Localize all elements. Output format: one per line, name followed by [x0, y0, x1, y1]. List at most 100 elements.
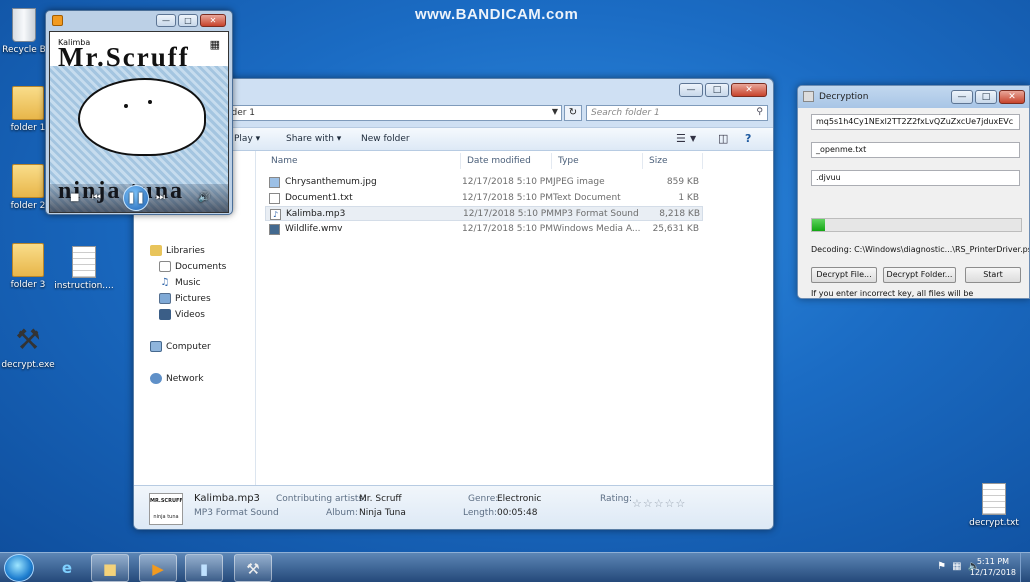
- taskbar-file-explorer[interactable]: ■: [91, 554, 129, 582]
- rating-label: Rating:: [600, 494, 633, 504]
- start-button[interactable]: [4, 554, 34, 582]
- album-art-character: [78, 78, 206, 156]
- window-icon: ▮: [199, 560, 209, 578]
- desktop-icon-folder-3[interactable]: folder 3: [0, 243, 60, 290]
- details-filename: Kalimba.mp3: [194, 493, 260, 504]
- column-header-type[interactable]: Type: [552, 153, 643, 169]
- media-player-window: — □ ✕ Mr.Scruff Kalimba ▦ ninja tuna ■ ⏮…: [45, 10, 233, 215]
- preview-pane-icon[interactable]: ◫: [718, 132, 728, 145]
- media-player-icon: [52, 15, 63, 26]
- window-controls: — □ ✕: [951, 90, 1025, 104]
- rating-stars[interactable]: ☆☆☆☆☆: [632, 497, 686, 510]
- minimize-button[interactable]: —: [679, 83, 703, 97]
- folder-icon: [12, 243, 44, 277]
- search-placeholder: Search folder 1: [591, 108, 660, 118]
- nav-item-computer[interactable]: Computer: [150, 341, 211, 352]
- nav-item-documents[interactable]: Documents: [159, 261, 226, 272]
- file-row[interactable]: ♪ Kalimba.mp3 12/17/2018 5:10 PM MP3 For…: [265, 206, 703, 221]
- pause-button[interactable]: ❚❚: [123, 185, 149, 211]
- bandicam-watermark: www.BANDICAM.com: [415, 6, 579, 23]
- video-file-icon: [269, 224, 280, 235]
- computer-icon: [150, 341, 162, 352]
- genre-value[interactable]: Electronic: [497, 494, 541, 504]
- recycle-bin-icon: [12, 8, 36, 42]
- album-value[interactable]: Ninja Tuna: [359, 508, 406, 518]
- chevron-down-icon[interactable]: ▼: [552, 107, 558, 116]
- show-desktop-button[interactable]: [1020, 553, 1030, 582]
- clock-date: 12/17/2018: [969, 568, 1016, 577]
- desktop-icon-label: folder 2: [10, 201, 46, 211]
- column-header-size[interactable]: Size: [643, 153, 703, 169]
- taskbar-media-player[interactable]: ▶: [139, 554, 177, 582]
- file-row[interactable]: Document1.txt 12/17/2018 5:10 PM Text Do…: [265, 191, 703, 206]
- warning-text: If you enter incorrect key, all files wi…: [811, 289, 974, 298]
- nav-item-libraries[interactable]: Libraries: [150, 245, 205, 256]
- decryption-title-bar[interactable]: Decryption — □ ✕: [798, 86, 1029, 108]
- extension-input[interactable]: .djvuu: [811, 170, 1020, 186]
- file-row[interactable]: Chrysanthemum.jpg 12/17/2018 5:10 PM JPE…: [265, 175, 703, 190]
- desktop-icon-label: decrypt.txt: [969, 518, 1019, 528]
- volume-icon[interactable]: 🔊: [198, 192, 210, 203]
- new-folder-button[interactable]: New folder: [361, 134, 410, 144]
- decrypt-file-button[interactable]: Decrypt File...: [811, 267, 877, 283]
- folder-icon: ■: [102, 560, 118, 578]
- desktop: www.BANDICAM.com Recycle B folder 1 fold…: [0, 0, 1030, 552]
- address-bar[interactable]: lder 1 ▼: [224, 105, 562, 121]
- desktop-icon-decrypt-exe[interactable]: ⚒ decrypt.exe: [0, 323, 60, 370]
- key-input[interactable]: mq5s1h4Cy1NExl2TT2Z2fxLvQZuZxcUe7jduxEVc: [811, 114, 1020, 130]
- desktop-icon-decrypt-txt[interactable]: decrypt.txt: [962, 483, 1026, 528]
- column-header-name[interactable]: Name: [265, 153, 461, 169]
- close-button[interactable]: ✕: [200, 14, 226, 27]
- nav-item-pictures[interactable]: Pictures: [159, 293, 211, 304]
- videos-icon: [159, 309, 171, 320]
- text-document-icon: [72, 246, 96, 278]
- minimize-button[interactable]: —: [951, 90, 973, 104]
- genre-label: Genre:: [468, 494, 499, 504]
- clock-time: 5:11 PM: [976, 557, 1010, 566]
- decryption-progress-bar: [811, 218, 1022, 232]
- decrypt-folder-button[interactable]: Decrypt Folder...: [883, 267, 956, 283]
- taskbar-decrypt[interactable]: ⚒: [234, 554, 272, 582]
- decryption-body: mq5s1h4Cy1NExl2TT2Z2fxLvQZuZxcUe7jduxEVc…: [798, 108, 1029, 298]
- column-header-date[interactable]: Date modified: [461, 153, 552, 169]
- clock[interactable]: 5:11 PM 12/17/2018: [970, 556, 1016, 578]
- nav-item-videos[interactable]: Videos: [159, 309, 205, 320]
- maximize-button[interactable]: □: [705, 83, 729, 97]
- share-with-menu[interactable]: Share with ▾: [286, 134, 341, 144]
- close-button[interactable]: ✕: [999, 90, 1025, 104]
- taskbar-internet-explorer[interactable]: e: [48, 554, 86, 582]
- nav-item-music[interactable]: ♫ Music: [159, 277, 201, 288]
- stop-icon[interactable]: ■: [70, 192, 79, 203]
- file-list: Name Date modified Type Size Chrysanthem…: [257, 151, 773, 485]
- start-button[interactable]: Start: [965, 267, 1021, 283]
- text-document-icon: [982, 483, 1006, 515]
- folder-icon: [12, 164, 44, 198]
- tray-flag-icon[interactable]: ⚑: [937, 561, 946, 572]
- refresh-icon: ↻: [568, 107, 578, 118]
- view-options-icon[interactable]: ☰: [676, 132, 686, 145]
- folder-icon: [12, 86, 44, 120]
- note-file-input[interactable]: _openme.txt: [811, 142, 1020, 158]
- maximize-button[interactable]: □: [178, 14, 198, 27]
- previous-icon[interactable]: ⏮: [92, 192, 101, 203]
- artists-value[interactable]: Mr. Scruff: [359, 494, 402, 504]
- switch-to-library-icon[interactable]: ▦: [210, 38, 220, 51]
- taskbar-explorer-window[interactable]: ▮: [185, 554, 223, 582]
- chevron-down-icon[interactable]: ▼: [690, 134, 696, 143]
- nav-item-network[interactable]: Network: [150, 373, 204, 384]
- network-icon[interactable]: ▦: [952, 561, 961, 572]
- image-file-icon: [269, 177, 280, 188]
- minimize-button[interactable]: —: [156, 14, 176, 27]
- pictures-icon: [159, 293, 171, 304]
- window-title: Decryption: [819, 92, 869, 102]
- search-input[interactable]: Search folder 1 ⚲: [586, 105, 768, 121]
- help-icon[interactable]: ?: [745, 132, 751, 145]
- next-icon[interactable]: ⏭: [156, 192, 165, 203]
- refresh-button[interactable]: ↻: [564, 105, 582, 121]
- play-menu[interactable]: Play ▾: [234, 134, 260, 144]
- file-row[interactable]: Wildlife.wmv 12/17/2018 5:10 PM Windows …: [265, 222, 703, 237]
- now-playing-title: Kalimba: [57, 38, 92, 47]
- maximize-button[interactable]: □: [975, 90, 997, 104]
- close-button[interactable]: ✕: [731, 83, 767, 97]
- desktop-icon-instruction[interactable]: instruction....: [52, 246, 116, 291]
